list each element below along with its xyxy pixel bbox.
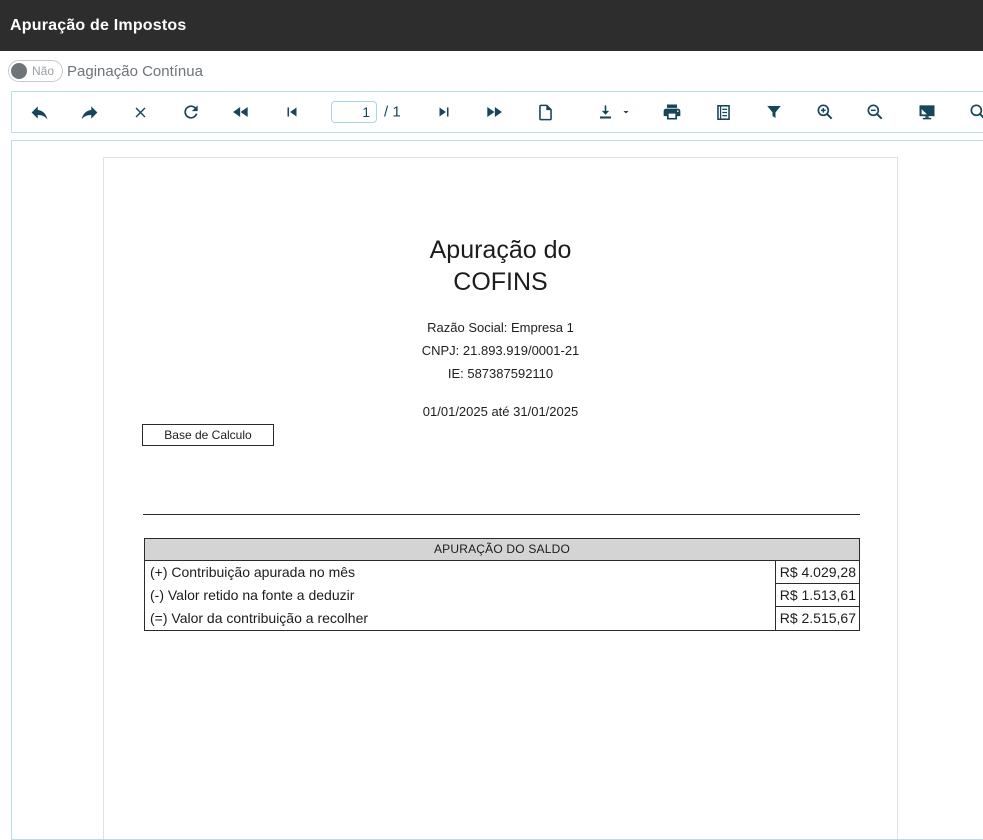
saldo-table: APURAÇÃO DO SALDO (+) Contribuição apura… [144,538,860,631]
close-icon[interactable] [121,96,159,128]
download-button[interactable] [585,96,643,128]
fast-backward-icon[interactable] [222,96,260,128]
table-row: (=) Valor da contribuição a recolher R$ 2… [145,607,859,630]
print-icon[interactable] [653,96,691,128]
redo-icon[interactable] [70,96,108,128]
base-de-calculo-button[interactable]: Base de Calculo [142,424,274,446]
report-icon[interactable] [704,96,742,128]
row-value: R$ 2.515,67 [775,607,859,630]
zoom-in-icon[interactable] [806,96,844,128]
cnpj: CNPJ: 21.893.919/0001-21 [104,339,897,362]
row-value: R$ 4.029,28 [775,561,859,584]
saldo-table-body: (+) Contribuição apurada no mês R$ 4.029,… [145,561,859,630]
continuous-pagination-label: Paginação Contínua [67,63,203,80]
skip-to-first-icon[interactable] [273,96,311,128]
download-caret-icon [620,106,632,118]
zoom-out-icon[interactable] [856,96,894,128]
toggle-knob [11,63,27,79]
ie: IE: 587387592110 [104,362,897,385]
continuous-pagination-toggle[interactable]: Não [8,60,63,82]
page-title: Apuração de Impostos [10,17,186,35]
page-total-label: / 1 [384,104,401,121]
company-info: Razão Social: Empresa 1 CNPJ: 21.893.919… [104,316,897,385]
report-viewer: Apuração do COFINS Razão Social: Empresa… [11,140,983,840]
app-header: Apuração de Impostos [0,0,983,51]
search-icon[interactable] [959,96,983,128]
refresh-icon[interactable] [172,96,210,128]
download-icon [596,103,615,122]
razao-social: Razão Social: Empresa 1 [104,316,897,339]
pagination-toggle-row: Não Paginação Contínua [0,51,983,91]
fast-forward-icon[interactable] [475,96,513,128]
report-title-line2: COFINS [104,266,897,298]
divider-line [143,514,860,515]
toggle-state-label: Não [32,64,54,78]
filter-icon[interactable] [755,96,793,128]
row-label: (=) Valor da contribuição a recolher [145,607,368,630]
saldo-table-header: APURAÇÃO DO SALDO [145,539,859,561]
row-value: R$ 1.513,61 [775,584,859,607]
table-row: (-) Valor retido na fonte a deduzir R$ 1.… [145,584,859,607]
report-title-line1: Apuração do [104,234,897,266]
row-label: (-) Valor retido na fonte a deduzir [145,584,354,607]
undo-icon[interactable] [20,96,58,128]
row-label: (+) Contribuição apurada no mês [145,561,355,584]
period-label: 01/01/2025 até 31/01/2025 [104,404,897,419]
report-title: Apuração do COFINS [104,234,897,298]
skip-to-last-icon[interactable] [425,96,463,128]
table-row: (+) Contribuição apurada no mês R$ 4.029,… [145,561,859,584]
report-page: Apuração do COFINS Razão Social: Empresa… [103,157,898,840]
new-document-icon[interactable] [526,96,564,128]
page-number-input[interactable] [331,101,377,123]
report-toolbar: / 1 [11,91,983,133]
fit-screen-icon[interactable] [908,96,946,128]
